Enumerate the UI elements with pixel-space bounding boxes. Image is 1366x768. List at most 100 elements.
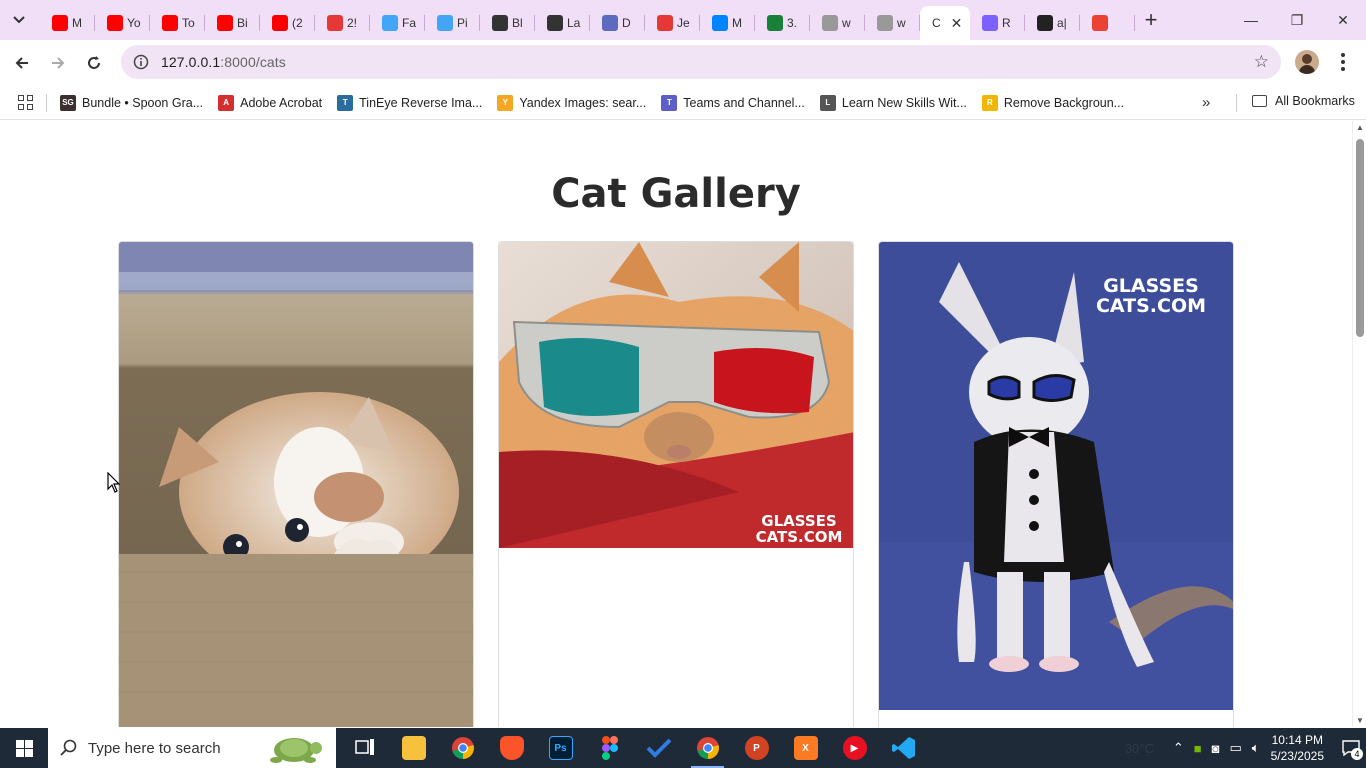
- tab-2[interactable]: To: [150, 6, 205, 40]
- cat-tuxedo-image: GLASSES CATS.COM: [879, 242, 1233, 710]
- weather-text[interactable]: 30°C: [1125, 741, 1154, 756]
- bookmark-favicon-icon: T: [661, 94, 678, 111]
- bookmark-item[interactable]: Y Yandex Images: sear...: [497, 94, 646, 111]
- tab-14[interactable]: w: [810, 6, 865, 40]
- tab-5[interactable]: 2!: [315, 6, 370, 40]
- scroll-down-arrow-icon[interactable]: ▼: [1356, 716, 1364, 725]
- browser-menu-button[interactable]: [1333, 48, 1353, 76]
- vscode-app[interactable]: [879, 728, 928, 768]
- minimize-button[interactable]: —: [1228, 0, 1274, 40]
- tabs: M Yo To Bi (2 2! Fa Pi Bl La D Je M 3. w w C ✕ Ra| +: [40, 0, 1165, 40]
- brave-app[interactable]: [487, 728, 536, 768]
- tab-label: 2!: [347, 16, 358, 30]
- tab-strip: M Yo To Bi (2 2! Fa Pi Bl La D Je M 3. w w C ✕ Ra| + — ❐ ✕: [0, 0, 1366, 40]
- site-info-icon[interactable]: [133, 54, 149, 70]
- tab-search-button[interactable]: [6, 7, 32, 33]
- tab-active[interactable]: C ✕: [920, 6, 970, 40]
- tab-3[interactable]: Bi: [205, 6, 260, 40]
- tab-10[interactable]: D: [590, 6, 645, 40]
- gallery-card-3d-glasses[interactable]: GLASSES CATS.COM: [498, 241, 854, 727]
- bookmarks-bar: SG Bundle • Spoon Gra... A Adobe Acrobat T Ti…: [0, 86, 1366, 120]
- bookmark-label: Remove Backgroun...: [1003, 95, 1125, 110]
- camera-icon[interactable]: ◙: [1212, 741, 1220, 756]
- bookmarks-list: SG Bundle • Spoon Gra... A Adobe Acrobat T Ti…: [45, 94, 1125, 111]
- bookmark-item[interactable]: A Adobe Acrobat: [218, 94, 322, 111]
- bookmark-item[interactable]: R Remove Backgroun...: [981, 94, 1125, 111]
- tab-7[interactable]: Pi: [425, 6, 480, 40]
- watermark-line2: CATS.COM: [1096, 295, 1206, 317]
- bookmark-star-icon[interactable]: ☆: [1254, 52, 1269, 72]
- url-text: 127.0.0.1:8000/cats: [161, 54, 286, 70]
- forward-button[interactable]: [40, 45, 76, 81]
- new-tab-button[interactable]: +: [1137, 6, 1165, 34]
- file-explorer-app[interactable]: [389, 728, 438, 768]
- tab-a2[interactable]: [1080, 6, 1135, 40]
- youtube-icon: [217, 15, 233, 31]
- clock[interactable]: 10:14 PM 5/23/2025: [1271, 732, 1324, 764]
- gallery-card-kitten[interactable]: [118, 241, 474, 727]
- tab-13[interactable]: 3.: [755, 6, 810, 40]
- tab-label: w: [897, 16, 906, 30]
- tab-15[interactable]: w: [865, 6, 920, 40]
- address-bar[interactable]: 127.0.0.1:8000/cats ☆: [121, 45, 1281, 79]
- volume-icon[interactable]: 🔈︎: [1252, 740, 1260, 756]
- tab-8[interactable]: Bl: [480, 6, 535, 40]
- powerpoint-app[interactable]: P: [732, 728, 781, 768]
- profile-avatar[interactable]: [1295, 50, 1319, 74]
- bookmarks-overflow-button[interactable]: »: [1202, 94, 1210, 111]
- chrome-app[interactable]: [438, 728, 487, 768]
- page-viewport: Cat Gallery GLASSES CATS.COM GLASSES CAT…: [0, 121, 1352, 727]
- scroll-up-arrow-icon[interactable]: ▲: [1356, 123, 1364, 132]
- chevron-up-icon[interactable]: ⌃: [1173, 740, 1184, 756]
- youtube-icon: [107, 15, 123, 31]
- kitten-in-box-image: [119, 242, 473, 727]
- tab-a1[interactable]: a|: [1025, 6, 1080, 40]
- taskbar-search-box[interactable]: Type here to search: [48, 728, 336, 768]
- bookmark-item[interactable]: T TinEye Reverse Ima...: [337, 94, 482, 111]
- close-tab-icon[interactable]: ✕: [951, 15, 963, 32]
- tab-4[interactable]: (2: [260, 6, 315, 40]
- messenger-icon: [712, 15, 728, 31]
- tab-12[interactable]: M: [700, 6, 755, 40]
- tab-6[interactable]: Fa: [370, 6, 425, 40]
- media-player-app[interactable]: ▶: [830, 728, 879, 768]
- tab-0[interactable]: M: [40, 6, 95, 40]
- tab-9[interactable]: La: [535, 6, 590, 40]
- chrome-icon: [451, 737, 474, 759]
- close-window-button[interactable]: ✕: [1320, 0, 1366, 40]
- tab-11[interactable]: Je: [645, 6, 700, 40]
- network-icon[interactable]: ▭: [1230, 740, 1242, 756]
- gallery-card-tuxedo[interactable]: GLASSES CATS.COM: [878, 241, 1234, 727]
- browser-toolbar: 127.0.0.1:8000/cats ☆: [0, 40, 1366, 86]
- play-icon: ▶: [842, 736, 867, 760]
- nvidia-icon[interactable]: ■: [1194, 741, 1202, 756]
- youtube-icon: [162, 15, 178, 31]
- notification-button[interactable]: 4: [1336, 728, 1366, 768]
- photoshop-app[interactable]: Ps: [536, 728, 585, 768]
- figma-app[interactable]: [585, 728, 634, 768]
- todo-app[interactable]: [634, 728, 683, 768]
- apps-grid-icon[interactable]: [18, 94, 34, 111]
- bookmark-item[interactable]: SG Bundle • Spoon Gra...: [60, 94, 203, 111]
- page-scrollbar[interactable]: ▲ ▼: [1352, 121, 1366, 727]
- tab-1[interactable]: Yo: [95, 6, 150, 40]
- bookmark-label: Learn New Skills Wit...: [841, 95, 967, 110]
- arrow-right-icon: [52, 57, 65, 69]
- chrome-profile-app[interactable]: [683, 728, 732, 768]
- xampp-app[interactable]: X: [781, 728, 830, 768]
- tab-a0[interactable]: R: [970, 6, 1025, 40]
- taskbar-pinned-apps: Ps P X ▶: [340, 728, 928, 768]
- task-view-icon: [354, 739, 374, 755]
- start-button[interactable]: [0, 728, 48, 768]
- notification-count: 4: [1351, 748, 1363, 760]
- maximize-button[interactable]: ❐: [1274, 0, 1320, 40]
- clock-time: 10:14 PM: [1271, 733, 1323, 747]
- task-view-button[interactable]: [340, 728, 389, 768]
- back-button[interactable]: [4, 45, 40, 81]
- reload-button[interactable]: [76, 45, 112, 81]
- bookmark-item[interactable]: L Learn New Skills Wit...: [819, 94, 967, 111]
- scroll-thumb[interactable]: [1356, 139, 1364, 337]
- all-bookmarks-label: All Bookmarks: [1275, 94, 1355, 108]
- all-bookmarks-button[interactable]: All Bookmarks: [1252, 94, 1355, 108]
- bookmark-item[interactable]: T Teams and Channel...: [661, 94, 805, 111]
